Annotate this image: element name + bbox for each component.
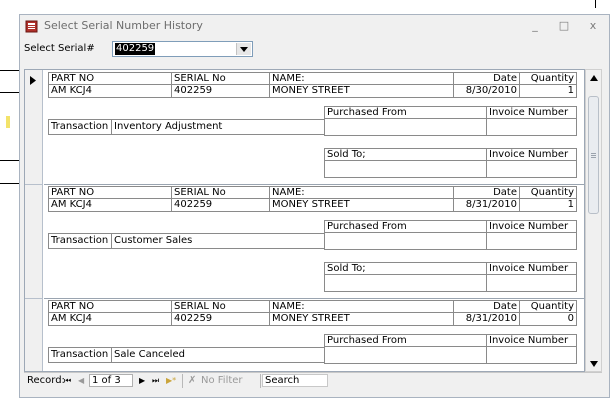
window-title: Select Serial Number History <box>44 19 203 32</box>
transaction-field[interactable]: Inventory Adjustment <box>111 119 325 135</box>
last-record-button[interactable]: ⏭ <box>152 375 159 387</box>
quantity-field[interactable]: 0 <box>519 312 577 326</box>
combo-dropdown-button[interactable] <box>236 43 251 55</box>
scroll-down-arrow-icon[interactable] <box>589 360 599 368</box>
serial-combo[interactable]: 402259 <box>112 41 253 57</box>
sold-invoice-field[interactable] <box>486 274 577 292</box>
scroll-up-arrow-icon[interactable] <box>589 74 599 82</box>
no-filter-button[interactable]: No Filter <box>201 375 243 387</box>
transaction-field[interactable]: Sale Canceled <box>111 347 325 363</box>
purchase-invoice-field[interactable] <box>486 346 577 364</box>
purchased-from-field[interactable] <box>324 232 487 250</box>
background-marker <box>6 116 10 128</box>
maximize-button[interactable]: □ <box>555 19 573 33</box>
transaction-label: Transaction <box>48 233 112 249</box>
form-icon <box>25 20 38 33</box>
scroll-grip <box>591 157 596 158</box>
name-field[interactable]: MONEY STREET <box>269 312 454 326</box>
record-selector[interactable] <box>25 298 42 371</box>
date-field[interactable]: 8/30/2010 <box>453 84 520 98</box>
transaction-field[interactable]: Customer Sales <box>111 233 325 249</box>
background-line <box>0 70 20 71</box>
serial-label: Select Serial# <box>24 43 95 54</box>
close-button[interactable]: x <box>584 19 602 33</box>
record-label: Record: <box>27 375 65 386</box>
serial-no-field[interactable]: 402259 <box>171 84 270 98</box>
background-line <box>0 92 20 93</box>
serial-no-field[interactable]: 402259 <box>171 312 270 326</box>
sold-invoice-field[interactable] <box>486 160 577 178</box>
record-block: PART NO SERIAL No NAME: Date Quantity AM… <box>44 298 584 371</box>
no-filter-icon[interactable]: ✗ <box>188 375 196 387</box>
part-no-field[interactable]: AM KCJ4 <box>48 84 172 98</box>
record-selector-column <box>25 70 43 371</box>
current-record-box[interactable]: 1 of 3 <box>89 374 133 387</box>
record-block: PART NO SERIAL No NAME: Date Quantity AM… <box>44 184 584 299</box>
date-field[interactable]: 8/31/2010 <box>453 312 520 326</box>
quantity-field[interactable]: 1 <box>519 198 577 212</box>
sold-to-field[interactable] <box>324 274 487 292</box>
date-field[interactable]: 8/31/2010 <box>453 198 520 212</box>
record-navigation-bar: Record: ⏮ ◀ 1 of 3 ▶ ⏭ ▶* ✗ No Filter Se… <box>24 372 602 389</box>
background-tick <box>595 0 596 8</box>
background-line <box>0 160 20 161</box>
serial-no-field[interactable]: 402259 <box>171 198 270 212</box>
detail-section: PART NO SERIAL No NAME: Date Quantity AM… <box>24 69 585 372</box>
background-line <box>0 183 20 184</box>
record-selector[interactable] <box>25 70 42 185</box>
purchased-from-field[interactable] <box>324 118 487 136</box>
purchase-invoice-field[interactable] <box>486 118 577 136</box>
previous-record-button[interactable]: ◀ <box>78 375 84 387</box>
title-bar[interactable]: Select Serial Number History _ □ x <box>20 15 609 39</box>
scroll-thumb[interactable] <box>588 96 599 214</box>
serial-value[interactable]: 402259 <box>115 43 156 55</box>
purchase-invoice-field[interactable] <box>486 232 577 250</box>
form-window: Select Serial Number History _ □ x Selec… <box>19 14 610 398</box>
scroll-grip <box>591 153 596 154</box>
part-no-field[interactable]: AM KCJ4 <box>48 198 172 212</box>
scroll-grip <box>591 155 596 156</box>
next-record-button[interactable]: ▶ <box>139 375 145 387</box>
name-field[interactable]: MONEY STREET <box>269 84 454 98</box>
nav-divider <box>182 374 183 388</box>
purchased-from-field[interactable] <box>324 346 487 364</box>
name-field[interactable]: MONEY STREET <box>269 198 454 212</box>
part-no-field[interactable]: AM KCJ4 <box>48 312 172 326</box>
search-input[interactable]: Search <box>262 374 328 387</box>
current-record-arrow-icon <box>30 76 36 85</box>
chevron-down-icon <box>240 47 248 52</box>
sold-to-field[interactable] <box>324 160 487 178</box>
record-block: PART NO SERIAL No NAME: Date Quantity AM… <box>44 70 584 185</box>
first-record-button[interactable]: ⏮ <box>64 375 71 387</box>
serial-filter-row: Select Serial# 402259 <box>20 41 609 61</box>
transaction-label: Transaction <box>48 347 112 363</box>
vertical-scrollbar[interactable] <box>585 69 602 372</box>
nav-divider <box>260 374 261 388</box>
transaction-label: Transaction <box>48 119 112 135</box>
record-selector[interactable] <box>25 184 42 299</box>
new-record-button[interactable]: ▶* <box>166 375 176 387</box>
minimize-button[interactable]: _ <box>526 19 544 33</box>
quantity-field[interactable]: 1 <box>519 84 577 98</box>
